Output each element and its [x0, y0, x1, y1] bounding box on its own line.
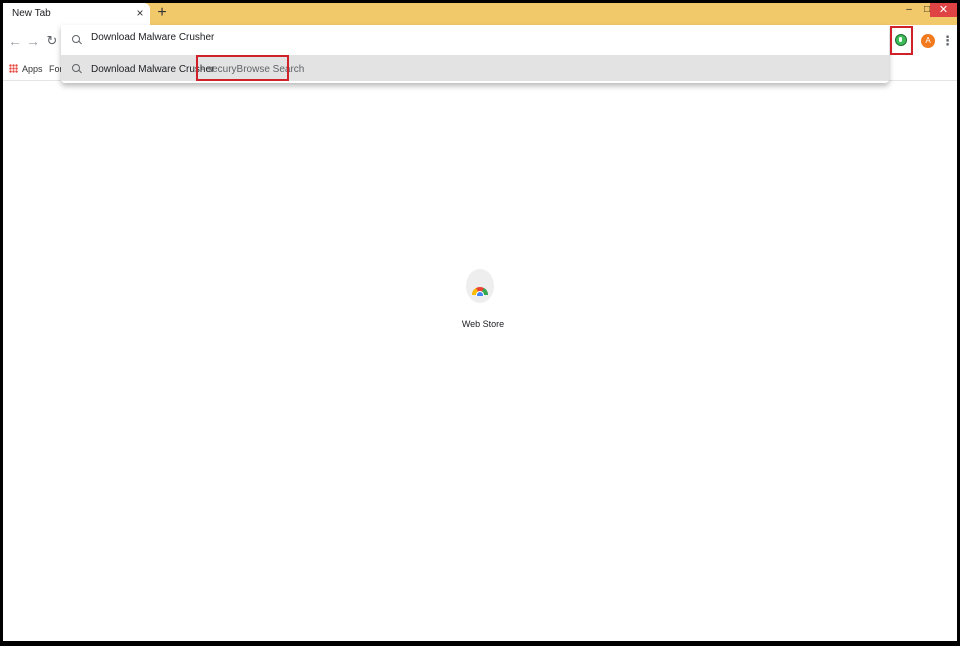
browser-window: New Tab × + – □ ✕ ← → ↻ A ⋮ Apps For Dow… [3, 3, 957, 641]
reload-icon[interactable]: ↻ [44, 33, 60, 49]
web-store-icon [471, 287, 489, 296]
forward-icon[interactable]: → [25, 33, 41, 49]
omnibox-input-row [61, 25, 889, 53]
tab-close-icon[interactable]: × [134, 6, 146, 20]
apps-label[interactable]: Apps [22, 64, 43, 74]
omnibox-suggestion[interactable]: Download Malware Crusher - securyBrowse … [61, 55, 889, 81]
close-window-button[interactable]: ✕ [930, 3, 957, 17]
profile-avatar[interactable]: A [921, 34, 935, 48]
new-tab-button[interactable]: + [154, 4, 170, 22]
highlight-box-search-engine [196, 55, 289, 81]
shortcut-tile-web-store[interactable] [462, 269, 498, 305]
shortcut-label: Web Store [461, 319, 505, 329]
search-icon [72, 64, 82, 74]
address-bar-input[interactable] [91, 32, 791, 43]
apps-grid-icon[interactable] [9, 64, 18, 73]
search-icon [72, 35, 82, 45]
menu-dots-icon[interactable]: ⋮ [941, 33, 954, 49]
tab-strip: New Tab × + – □ ✕ [3, 3, 957, 25]
minimize-button[interactable]: – [899, 3, 919, 17]
back-icon[interactable]: ← [7, 33, 23, 49]
omnibox-dropdown: Download Malware Crusher - securyBrowse … [61, 25, 889, 83]
tab-new-tab[interactable]: New Tab × [3, 3, 150, 25]
highlight-box-extension [890, 26, 913, 55]
tab-title: New Tab [12, 8, 51, 19]
